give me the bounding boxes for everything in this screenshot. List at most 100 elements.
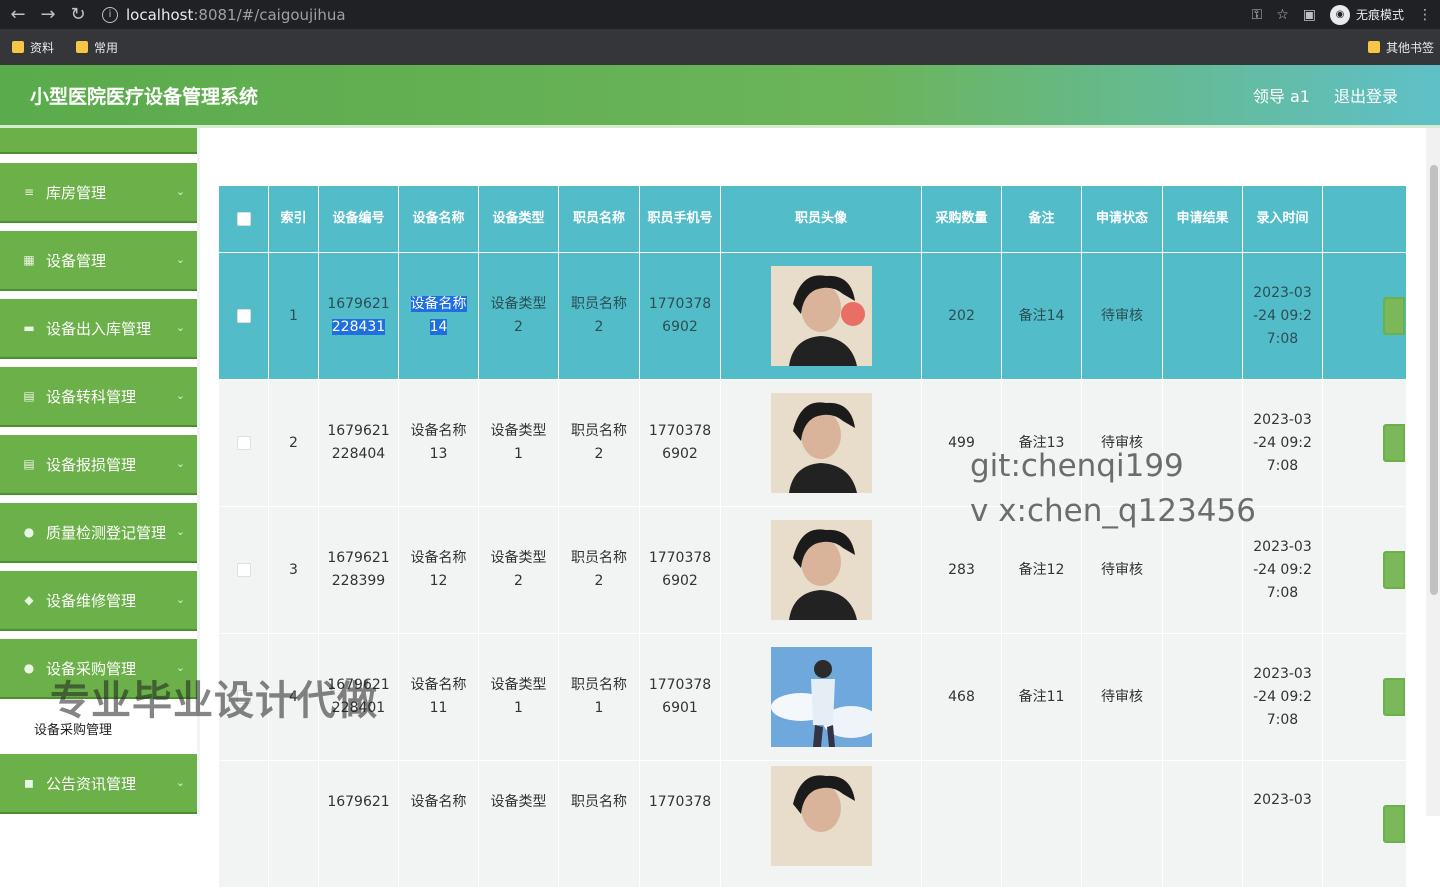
menu-icon[interactable]: ⋮ [1418,7,1432,23]
detail-button[interactable] [1383,424,1405,462]
sidebar-item-quality[interactable]: ● 质量检测登记管理 ⌄ [0,503,197,563]
cell-avatar [720,633,922,761]
detail-button[interactable] [1383,551,1405,589]
cell-text: 职员名称 [571,677,627,693]
watermark-wechat: v x:chen_q123456 [970,493,1256,529]
sidebar-item-label: 设备出入库管理 [46,319,152,338]
detail-button[interactable] [1383,297,1405,335]
reload-icon[interactable]: ↻ [66,3,90,27]
cell-text-selected: 设备名称 [410,296,467,312]
staff-avatar-image[interactable] [770,766,872,866]
cell-staff: 职员名称 2 [558,252,640,380]
user-name: 领导 a1 [1252,87,1310,106]
key-icon[interactable]: ⚿ [1252,7,1263,23]
app-title: 小型医院医疗设备管理系统 [30,85,259,108]
cell-phone: 1770378 6901 [639,633,721,761]
cell-text: 2 [594,446,604,462]
incognito-badge[interactable]: ◉ 无痕模式 [1329,4,1404,25]
column-header[interactable]: 设备编号 [318,185,399,253]
cell-text: 设备类型 [490,296,547,312]
sidebar-item-inout[interactable]: ▬ 设备出入库管理 ⌄ [0,299,197,359]
cell-text: 设备名称 [410,550,467,566]
cell-time: 2023-03 -24 09:2 7:08 [1242,252,1323,380]
cell-actions [1322,633,1407,761]
row-checkbox-cell[interactable] [218,760,269,888]
column-header[interactable]: 索引 [268,185,319,253]
back-icon[interactable]: ← [6,3,30,27]
cell-text: 1770378 [648,794,712,810]
row-checkbox-cell[interactable] [218,252,269,380]
cell-text: 2 [514,573,523,589]
cell-qty: 499 [921,379,1002,507]
cell-text: 7:08 [1266,711,1299,728]
sidebar-item-equipment[interactable]: ▦ 设备管理 ⌄ [0,231,197,291]
bulb-icon: ● [23,661,35,675]
address-bar[interactable]: i localhost:8081/#/caigoujihua [102,0,346,29]
staff-avatar-image[interactable] [770,393,872,493]
table-row[interactable]: 1679621 设备名称 设备类型 职员名称 1770378 2023-03 [218,760,1407,888]
column-header[interactable]: 申请结果 [1162,185,1243,253]
column-header[interactable]: 职员手机号 [639,185,721,253]
table-row[interactable]: 2 1679621 228404 设备名称 13 设备类型 1 职员名称 2 17703… [218,379,1407,507]
sidebar-item-prev[interactable] [0,128,197,154]
sidebar-item-damage[interactable]: ▤ 设备报损管理 ⌄ [0,435,197,495]
cell-text: -24 09:2 [1253,307,1312,324]
table-row[interactable]: 1 1679621 228431 设备名称 14 设备类型 2 职员名称 2 17703… [218,252,1407,380]
sidebar-item-warehouse[interactable]: ≡ 库房管理 ⌄ [0,163,197,223]
staff-avatar-image[interactable] [770,266,872,366]
row-checkbox[interactable] [236,562,251,577]
detail-button[interactable] [1383,678,1405,716]
bookmark-folder[interactable]: 资料 [12,39,54,56]
row-checkbox[interactable] [236,308,251,323]
info-icon[interactable]: i [102,6,118,23]
other-bookmarks[interactable]: 其他书签 [1367,29,1434,65]
column-header[interactable]: 职员头像 [720,185,922,253]
cell-text: 1 [514,446,523,462]
cell-note: 备注11 [1001,633,1082,761]
row-checkbox-cell[interactable] [218,506,269,634]
column-header[interactable]: 录入时间 [1242,185,1323,253]
column-header[interactable]: 设备类型 [478,185,559,253]
cell-name: 设备名称 [398,760,479,888]
cell-text: 12 [429,573,448,589]
watermark-git: git:chenqi199 [970,448,1184,484]
column-header[interactable]: 申请状态 [1081,185,1163,253]
sidebar-item-repair[interactable]: ◆ 设备维修管理 ⌄ [0,571,197,631]
column-header[interactable]: 采购数量 [921,185,1002,253]
cell-avatar [720,252,922,380]
sidebar-item-transfer[interactable]: ▤ 设备转科管理 ⌄ [0,367,197,427]
detail-button[interactable] [1383,805,1405,843]
staff-avatar-image[interactable] [770,520,872,620]
logout-link[interactable]: 退出登录 [1334,83,1398,107]
staff-avatar-image[interactable] [770,647,872,747]
column-header[interactable]: 备注 [1001,185,1082,253]
cell-type: 设备类型 2 [478,252,559,380]
star-icon[interactable]: ☆ [1276,7,1289,23]
chevron-down-icon: ⌄ [175,776,185,789]
sidepanel-icon[interactable]: ▣ [1303,7,1316,23]
url-path: :8081/#/caigoujihua [193,5,346,24]
sidebar-item-label: 设备管理 [46,251,107,270]
table-row[interactable]: 4 1679621 228401 设备名称 11 设备类型 1 职员名称 1 17703… [218,633,1407,761]
cell-text: 设备类型 [490,550,547,566]
cell-name: 设备名称 14 [398,252,479,380]
column-header[interactable]: 职员名称 [558,185,640,253]
bookmark-folder[interactable]: 常用 [76,39,118,56]
sidebar-item-news[interactable]: ◼ 公告资讯管理 ⌄ [0,754,197,814]
cell-text: 7:08 [1266,330,1299,347]
cell-text: 职员名称 [571,550,627,566]
clipboard-icon: ▤ [23,389,35,403]
forward-icon[interactable]: → [36,3,60,27]
row-checkbox[interactable] [236,435,251,450]
select-all-cell[interactable] [218,185,269,253]
cell-text: -24 09:2 [1253,434,1312,451]
row-checkbox-cell[interactable] [218,379,269,507]
cell-note [1001,760,1082,888]
app-header: 小型医院医疗设备管理系统 领导 a1 退出登录 [0,65,1440,125]
cell-staff: 职员名称 [558,760,640,888]
cell-qty: 202 [921,252,1002,380]
scrollbar-thumb[interactable] [1430,165,1438,595]
cell-text: 1 [514,700,523,716]
column-header[interactable]: 设备名称 [398,185,479,253]
select-all-checkbox[interactable] [236,211,251,226]
